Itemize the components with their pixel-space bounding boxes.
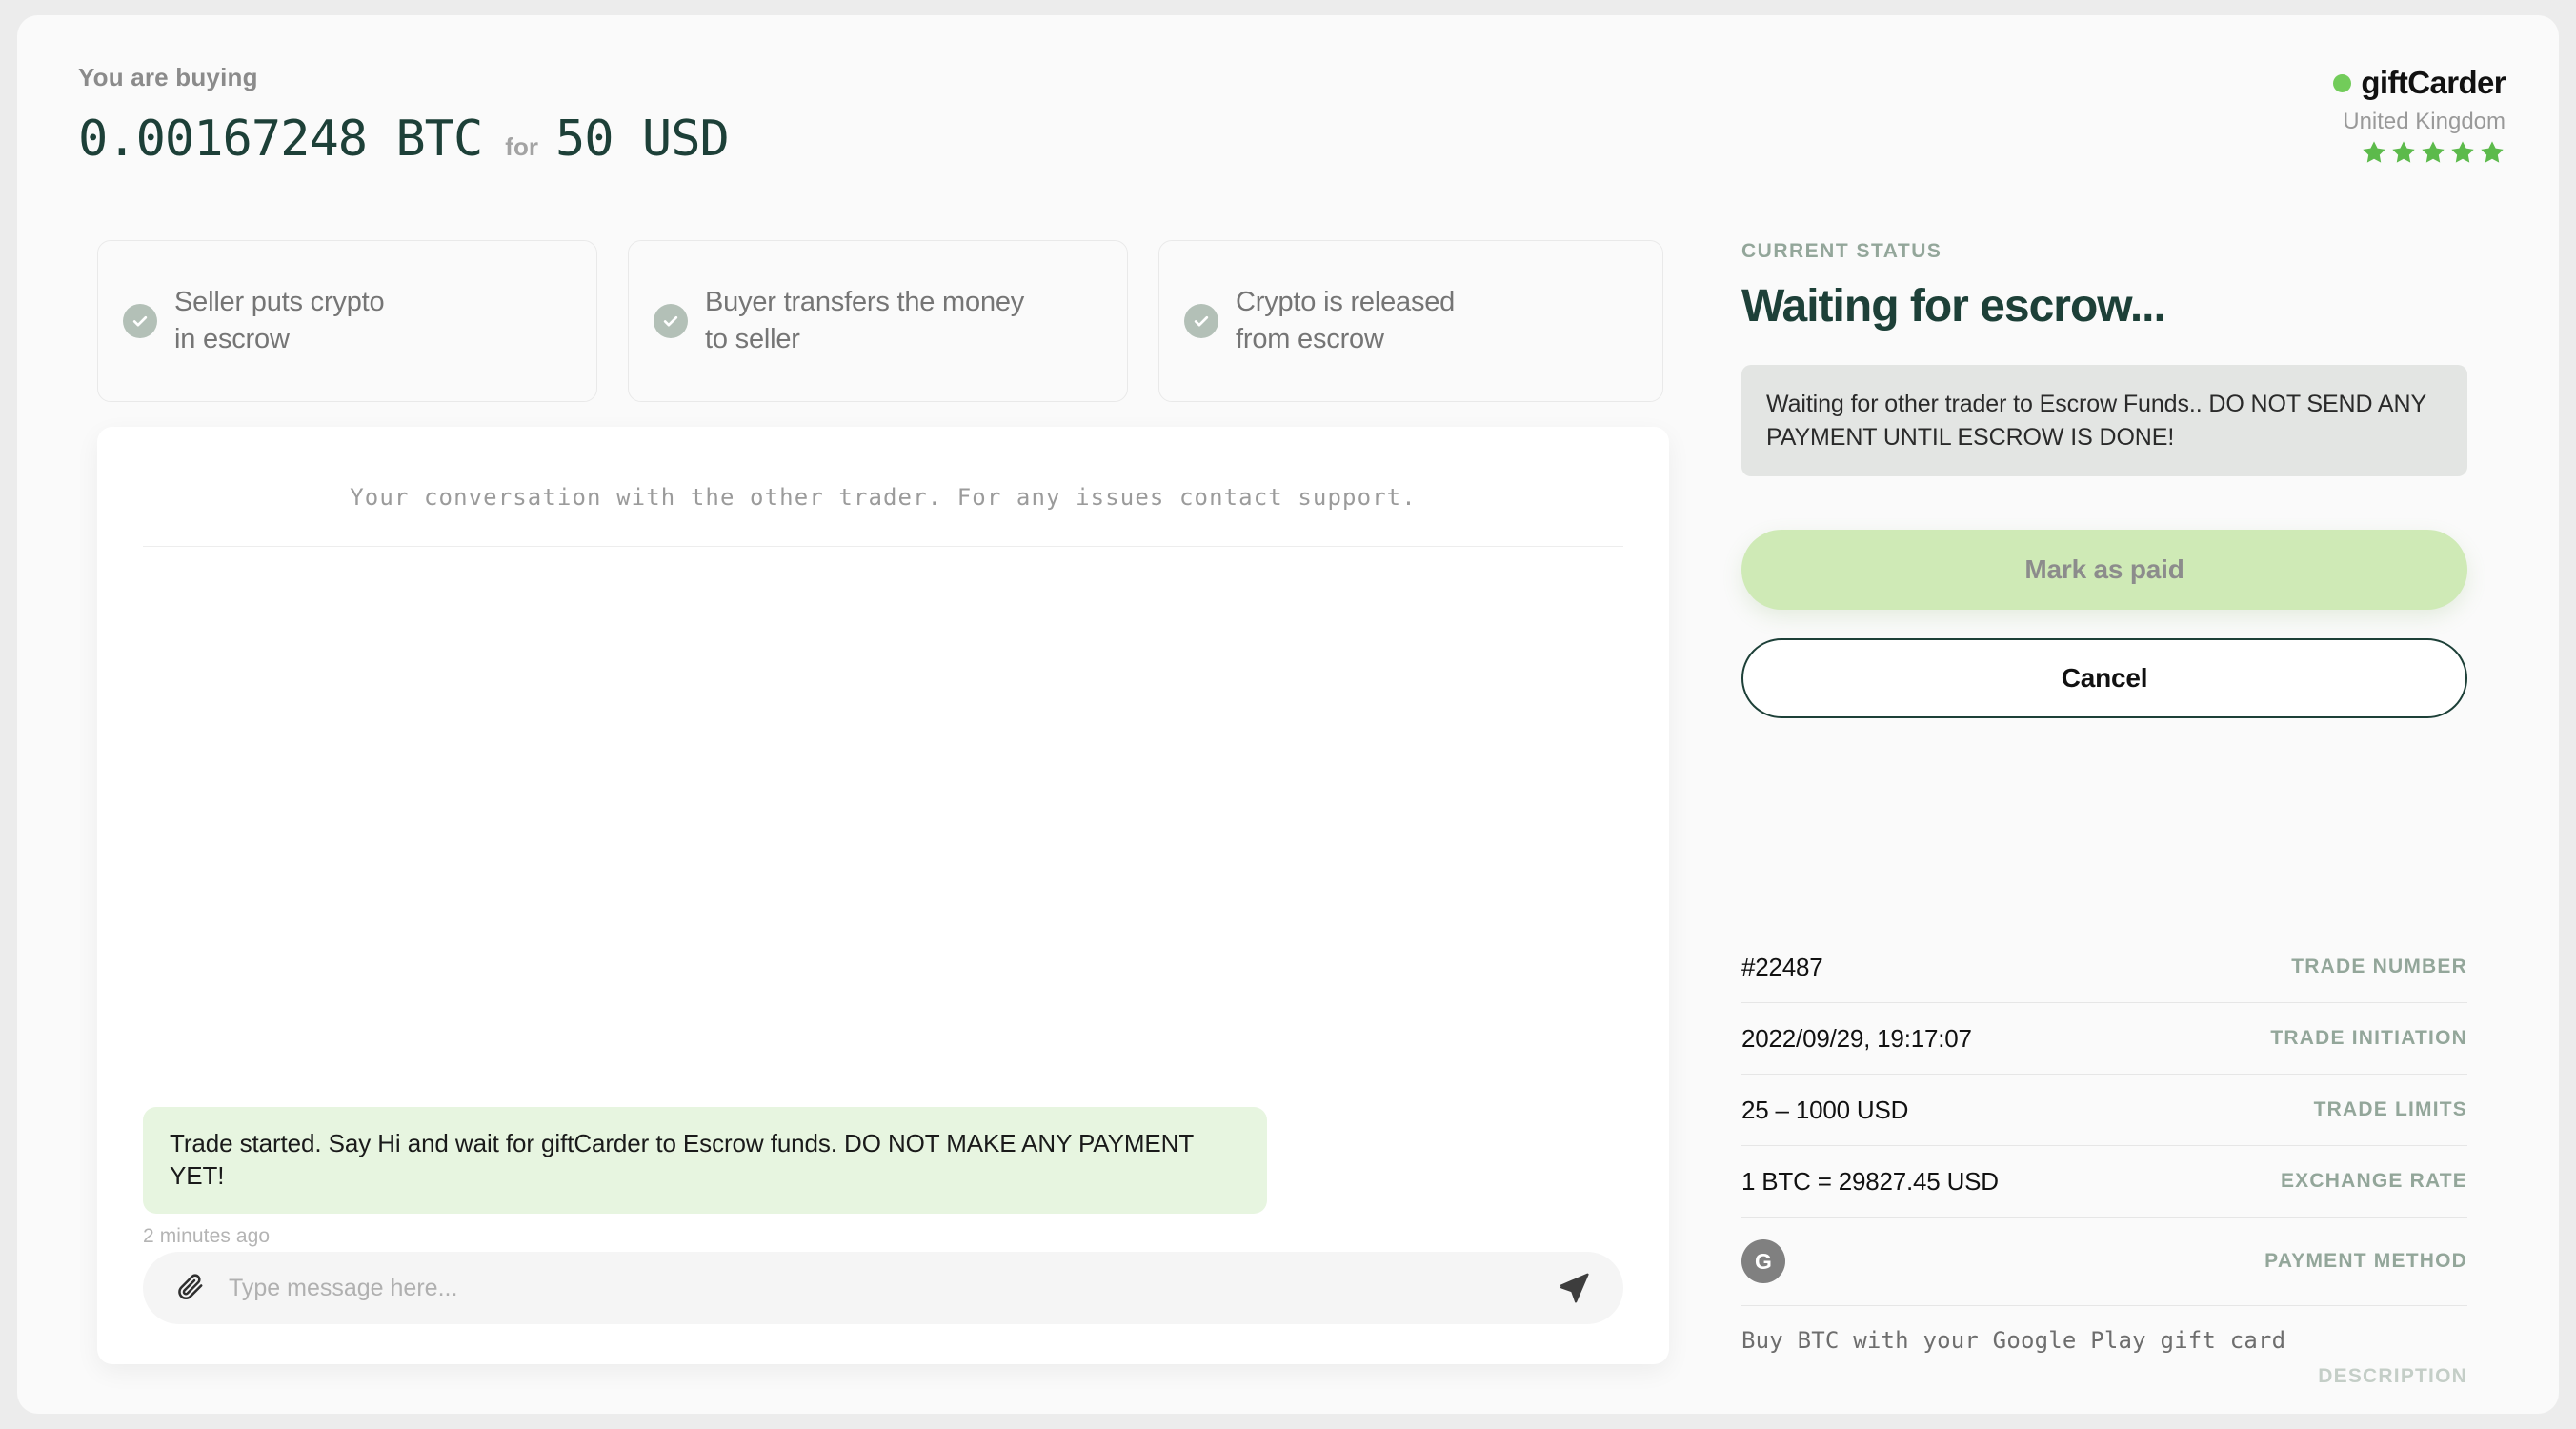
star-icon bbox=[2363, 141, 2385, 163]
check-circle-icon bbox=[123, 304, 157, 338]
description-value: Buy BTC with your Google Play gift card bbox=[1741, 1327, 2286, 1354]
list-item: Trade started. Say Hi and wait for giftC… bbox=[143, 1107, 1267, 1248]
step-label: Seller puts crypto in escrow bbox=[174, 284, 385, 358]
star-icon bbox=[2392, 141, 2415, 163]
star-icon bbox=[2481, 141, 2504, 163]
status-sidebar: CURRENT STATUS Waiting for escrow... Wai… bbox=[1741, 240, 2467, 718]
cancel-button[interactable]: Cancel bbox=[1741, 638, 2467, 718]
rating-stars bbox=[2105, 139, 2506, 166]
brand-dot-icon bbox=[2333, 73, 2352, 92]
table-row: G PAYMENT METHOD bbox=[1741, 1218, 2467, 1306]
paperclip-icon[interactable] bbox=[175, 1271, 206, 1306]
crypto-amount: 0.00167248 BTC bbox=[78, 111, 483, 168]
trade-page: You are buying 0.00167248 BTC for 50 USD… bbox=[17, 15, 2559, 1414]
step-card-seller-escrow: Seller puts crypto in escrow bbox=[97, 240, 597, 402]
check-icon bbox=[132, 315, 148, 327]
trade-number-label: TRADE NUMBER bbox=[2291, 956, 2467, 977]
step-card-buyer-transfer: Buyer transfers the money to seller bbox=[628, 240, 1128, 402]
step-line1: Crypto is released bbox=[1236, 287, 1456, 318]
fiat-amount: 50 USD bbox=[554, 111, 730, 168]
trade-initiation-value: 2022/09/29, 19:17:07 bbox=[1741, 1023, 1972, 1053]
step-label: Buyer transfers the money to seller bbox=[705, 284, 1024, 358]
status-title: Waiting for escrow... bbox=[1741, 281, 2166, 332]
table-row: 25 – 1000 USD TRADE LIMITS bbox=[1741, 1075, 2467, 1146]
step-line2: in escrow bbox=[174, 324, 290, 354]
seller-brand: giftCarder United Kingdom bbox=[2105, 65, 2506, 166]
step-label: Crypto is released from escrow bbox=[1236, 284, 1455, 358]
chat-note: Your conversation with the other trader.… bbox=[350, 484, 1417, 511]
chat-panel: Your conversation with the other trader.… bbox=[97, 427, 1669, 1364]
message-composer[interactable] bbox=[143, 1252, 1623, 1324]
trade-steps: Seller puts crypto in escrow Buyer trans… bbox=[97, 240, 1669, 402]
check-circle-icon bbox=[1184, 304, 1218, 338]
exchange-rate-label: EXCHANGE RATE bbox=[2280, 1170, 2467, 1192]
message-input[interactable] bbox=[227, 1273, 1536, 1303]
trade-limits-label: TRADE LIMITS bbox=[2313, 1098, 2467, 1120]
amount-summary: 0.00167248 BTC for 50 USD bbox=[78, 111, 730, 168]
star-icon bbox=[2451, 141, 2474, 163]
chat-divider bbox=[143, 546, 1623, 547]
for-label: for bbox=[505, 132, 538, 161]
buying-label: You are buying bbox=[78, 63, 258, 91]
page-header: You are buying 0.00167248 BTC for 50 USD… bbox=[17, 15, 2559, 215]
chat-message-list[interactable]: Trade started. Say Hi and wait for giftC… bbox=[97, 551, 1669, 1284]
status-notice: Waiting for other trader to Escrow Funds… bbox=[1741, 365, 2467, 476]
step-card-crypto-released: Crypto is released from escrow bbox=[1158, 240, 1663, 402]
step-line2: from escrow bbox=[1236, 324, 1384, 354]
step-line2: to seller bbox=[705, 324, 800, 354]
description-label: DESCRIPTION bbox=[2318, 1365, 2467, 1387]
trade-initiation-label: TRADE INITIATION bbox=[2270, 1027, 2467, 1049]
brand-country: United Kingdom bbox=[2343, 109, 2506, 134]
chat-timestamp: 2 minutes ago bbox=[143, 1225, 271, 1247]
star-icon bbox=[2422, 141, 2445, 163]
description-row: Buy BTC with your Google Play gift card … bbox=[1741, 1306, 2467, 1388]
trade-limits-value: 25 – 1000 USD bbox=[1741, 1095, 1909, 1124]
table-row: #22487 TRADE NUMBER bbox=[1741, 932, 2467, 1003]
brand-name: giftCarder bbox=[2361, 65, 2506, 100]
mark-as-paid-button[interactable]: Mark as paid bbox=[1741, 530, 2467, 610]
payment-method-label: PAYMENT METHOD bbox=[2264, 1250, 2467, 1272]
status-kicker: CURRENT STATUS bbox=[1741, 240, 1942, 262]
exchange-rate-value: 1 BTC = 29827.45 USD bbox=[1741, 1166, 1999, 1196]
table-row: 2022/09/29, 19:17:07 TRADE INITIATION bbox=[1741, 1003, 2467, 1075]
send-icon[interactable] bbox=[1557, 1269, 1591, 1308]
check-circle-icon bbox=[654, 304, 688, 338]
step-line1: Seller puts crypto bbox=[174, 287, 385, 318]
check-icon bbox=[663, 315, 678, 327]
check-icon bbox=[1194, 315, 1209, 327]
trade-details: #22487 TRADE NUMBER 2022/09/29, 19:17:07… bbox=[1741, 932, 2467, 1388]
step-line1: Buyer transfers the money bbox=[705, 287, 1025, 318]
payment-method-badge: G bbox=[1741, 1239, 1785, 1283]
table-row: 1 BTC = 29827.45 USD EXCHANGE RATE bbox=[1741, 1146, 2467, 1218]
brand-line: giftCarder bbox=[2105, 65, 2506, 101]
chat-bubble: Trade started. Say Hi and wait for giftC… bbox=[143, 1107, 1267, 1214]
trade-number-value: #22487 bbox=[1741, 952, 1823, 981]
